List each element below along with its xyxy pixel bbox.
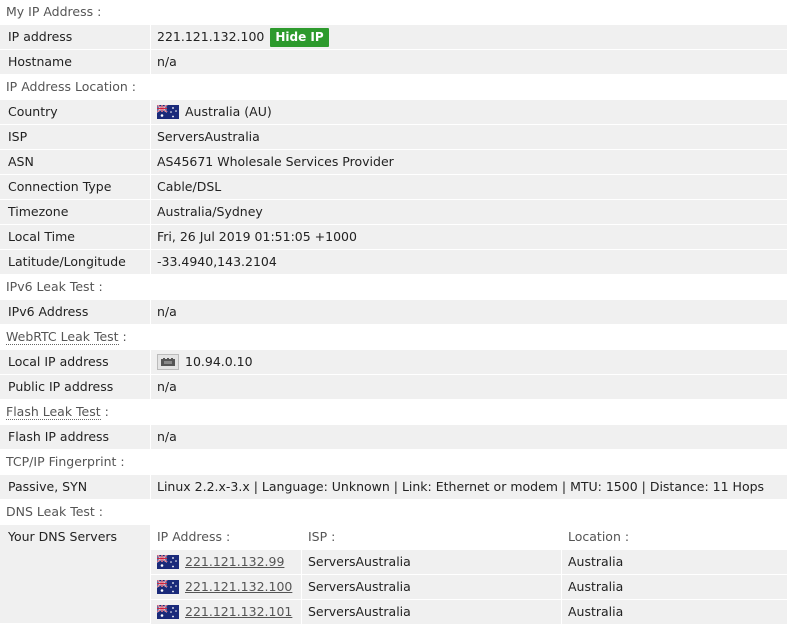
row-label: Timezone (0, 200, 150, 224)
row-value: 10.94.0.10 (151, 350, 787, 374)
row-label: Country (0, 100, 150, 124)
section-webrtc: WebRTC Leak Test : (0, 325, 787, 350)
dns-ip-cell: 221.121.132.101 (151, 600, 301, 624)
row-value: ServersAustralia (151, 125, 787, 149)
row-label: Latitude/Longitude (0, 250, 150, 274)
row-country: Country Australia (AU) (0, 100, 787, 125)
webrtc-help-link[interactable]: WebRTC Leak Test (6, 329, 119, 345)
country-value: Australia (AU) (185, 104, 272, 119)
row-label: ISP (0, 125, 150, 149)
table-row: 221.121.132.101 ServersAustralia Austral… (151, 600, 787, 625)
row-local-ip: Local IP address 10.94.0.10 (0, 350, 787, 375)
row-value: Fri, 26 Jul 2019 01:51:05 +1000 (151, 225, 787, 249)
row-label: Flash IP address (0, 425, 150, 449)
row-hostname: Hostname n/a (0, 50, 787, 75)
row-label: Local Time (0, 225, 150, 249)
dns-ip-link[interactable]: 221.121.132.99 (185, 550, 284, 574)
dns-ip-cell: 221.121.132.99 (151, 550, 301, 574)
row-value: -33.4940,143.2104 (151, 250, 787, 274)
australia-flag-icon (157, 105, 179, 119)
header-isp: ISP : (302, 525, 561, 549)
row-value: n/a (151, 300, 787, 324)
ip-value: 221.121.132.100 (157, 29, 265, 44)
row-public-ip: Public IP address n/a (0, 375, 787, 400)
australia-flag-icon (157, 555, 179, 569)
table-row: 221.121.132.99 ServersAustralia Australi… (151, 550, 787, 575)
header-ip: IP Address : (151, 525, 301, 549)
row-value: n/a (151, 375, 787, 399)
network-card-icon (157, 354, 179, 370)
row-ipv6-address: IPv6 Address n/a (0, 300, 787, 325)
row-flash-ip: Flash IP address n/a (0, 425, 787, 450)
dns-isp-cell: ServersAustralia (302, 550, 561, 574)
row-lat-lon: Latitude/Longitude -33.4940,143.2104 (0, 250, 787, 275)
row-label: Passive, SYN (0, 475, 150, 499)
row-label: IP address (0, 25, 150, 49)
row-isp: ISP ServersAustralia (0, 125, 787, 150)
section-tcpip: TCP/IP Fingerprint : (0, 450, 787, 475)
row-label: Hostname (0, 50, 150, 74)
row-label: ASN (0, 150, 150, 174)
section-title: My IP Address : (6, 4, 102, 19)
dns-location-cell: Australia (562, 600, 787, 624)
row-value: 221.121.132.100 Hide IP (151, 25, 787, 49)
row-value: n/a (151, 50, 787, 74)
section-title: IPv6 Leak Test : (6, 279, 103, 294)
row-timezone: Timezone Australia/Sydney (0, 200, 787, 225)
dns-table-header: IP Address : ISP : Location : (151, 525, 787, 550)
dns-location-cell: Australia (562, 550, 787, 574)
row-value: Cable/DSL (151, 175, 787, 199)
section-title: IP Address Location : (6, 79, 137, 94)
row-connection-type: Connection Type Cable/DSL (0, 175, 787, 200)
dns-table: IP Address : ISP : Location : 221.121.13… (151, 525, 787, 625)
row-asn: ASN AS45671 Wholesale Services Provider (0, 150, 787, 175)
table-row: 221.121.132.100 ServersAustralia Austral… (151, 575, 787, 600)
row-value: Australia/Sydney (151, 200, 787, 224)
dns-ip-link[interactable]: 221.121.132.101 (185, 600, 292, 624)
section-title: TCP/IP Fingerprint : (6, 454, 125, 469)
header-location: Location : (562, 525, 787, 549)
section-flash: Flash Leak Test : (0, 400, 787, 425)
section-title: DNS Leak Test : (6, 504, 103, 519)
dns-location-cell: Australia (562, 575, 787, 599)
section-colon: : (100, 404, 109, 419)
row-label: Your DNS Servers (0, 525, 150, 623)
row-value: Linux 2.2.x-3.x | Language: Unknown | Li… (151, 475, 787, 499)
row-label: Public IP address (0, 375, 150, 399)
section-my-ip: My IP Address : (0, 0, 787, 25)
row-value: n/a (151, 425, 787, 449)
dns-ip-cell: 221.121.132.100 (151, 575, 301, 599)
dns-isp-cell: ServersAustralia (302, 600, 561, 624)
section-dns: DNS Leak Test : (0, 500, 787, 525)
row-local-time: Local Time Fri, 26 Jul 2019 01:51:05 +10… (0, 225, 787, 250)
row-label: IPv6 Address (0, 300, 150, 324)
dns-ip-link[interactable]: 221.121.132.100 (185, 575, 292, 599)
section-location: IP Address Location : (0, 75, 787, 100)
row-label: Connection Type (0, 175, 150, 199)
australia-flag-icon (157, 605, 179, 619)
row-passive-syn: Passive, SYN Linux 2.2.x-3.x | Language:… (0, 475, 787, 500)
dns-servers: Your DNS Servers IP Address : ISP : Loca… (0, 525, 787, 625)
dns-isp-cell: ServersAustralia (302, 575, 561, 599)
row-value: Australia (AU) (151, 100, 787, 124)
flash-help-link[interactable]: Flash Leak Test (6, 404, 101, 420)
row-value: AS45671 Wholesale Services Provider (151, 150, 787, 174)
local-ip-value: 10.94.0.10 (185, 354, 253, 369)
section-ipv6: IPv6 Leak Test : (0, 275, 787, 300)
ip-leak-report: My IP Address : IP address 221.121.132.1… (0, 0, 787, 625)
row-label: Local IP address (0, 350, 150, 374)
section-colon: : (118, 329, 127, 344)
hide-ip-button[interactable]: Hide IP (270, 27, 329, 47)
australia-flag-icon (157, 580, 179, 594)
row-ip-address: IP address 221.121.132.100 Hide IP (0, 25, 787, 50)
